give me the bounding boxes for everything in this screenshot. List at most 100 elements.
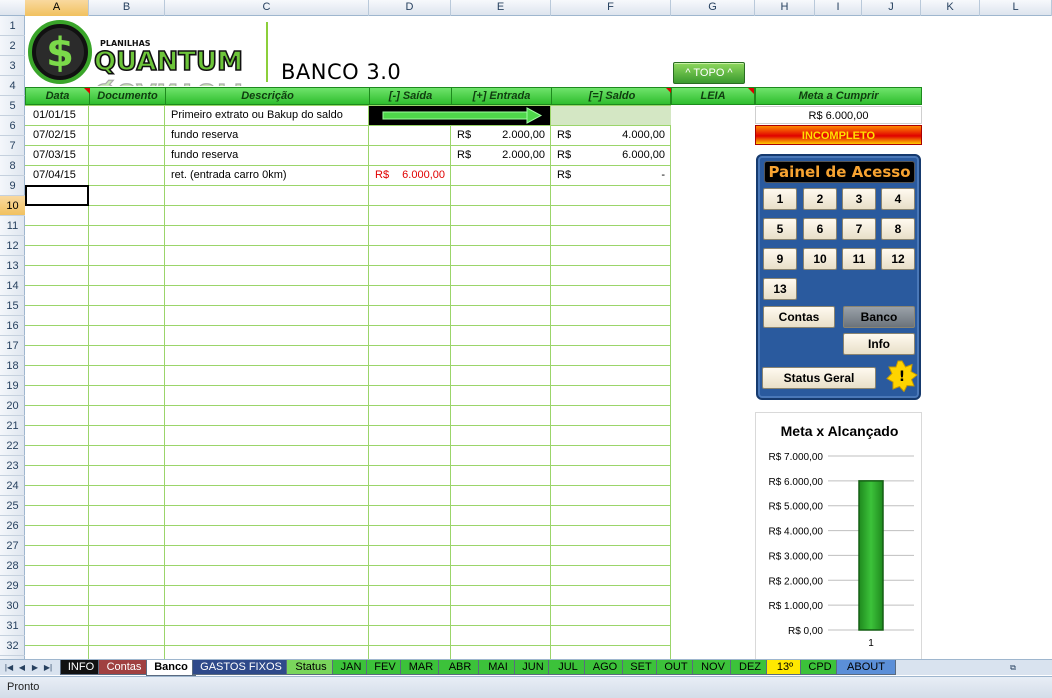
cell-saida[interactable] — [390, 125, 445, 145]
sheet-tab-13º[interactable]: 13º — [766, 660, 804, 675]
column-header-k[interactable]: K — [921, 0, 980, 16]
status-geral-button[interactable]: Status Geral — [762, 367, 876, 389]
month-button-7[interactable]: 7 — [842, 218, 876, 240]
row-header-13[interactable]: 13 — [0, 256, 25, 276]
month-button-9[interactable]: 9 — [763, 248, 797, 270]
row-header-30[interactable]: 30 — [0, 596, 25, 616]
cell-saida[interactable] — [390, 145, 445, 165]
leia-header[interactable]: LEIA — [671, 87, 755, 105]
row-header-31[interactable]: 31 — [0, 616, 25, 636]
cell-descricao[interactable]: fundo reserva — [171, 125, 367, 145]
month-button-4[interactable]: 4 — [881, 188, 915, 210]
cell-saldo[interactable]: 6.000,00 — [570, 145, 665, 165]
month-button-2[interactable]: 2 — [803, 188, 837, 210]
sheet-tab-mar[interactable]: MAR — [400, 660, 442, 675]
meta-chart[interactable]: Meta x Alcançado R$ 7.000,00 R$ 6.000,00 R… — [755, 412, 922, 660]
row-header-25[interactable]: 25 — [0, 496, 25, 516]
sheet-tab-fev[interactable]: FEV — [366, 660, 404, 675]
row-header-7[interactable]: 7 — [0, 136, 25, 156]
column-header-l[interactable]: L — [980, 0, 1052, 16]
sheet-tab-cpd[interactable]: CPD — [800, 660, 840, 675]
column-header-i[interactable]: I — [815, 0, 862, 16]
sheet-tab-info[interactable]: INFO — [60, 660, 102, 675]
first-sheet-icon[interactable]: |◀ — [3, 661, 15, 675]
row-header-32[interactable]: 32 — [0, 636, 25, 656]
cell-entrada[interactable]: 2.000,00 — [470, 145, 545, 165]
cell-saldo[interactable]: 4.000,00 — [570, 125, 665, 145]
row-header-4[interactable]: 4 — [0, 76, 25, 96]
row-header-9[interactable]: 9 — [0, 176, 25, 196]
sheet-tab-jan[interactable]: JAN — [332, 660, 370, 675]
column-header-f[interactable]: F — [551, 0, 671, 16]
cell-data[interactable]: 07/04/15 — [33, 165, 89, 185]
sheet-tab-set[interactable]: SET — [622, 660, 660, 675]
row-header-11[interactable]: 11 — [0, 216, 25, 236]
sheet-tab-jun[interactable]: JUN — [514, 660, 552, 675]
row-header-24[interactable]: 24 — [0, 476, 25, 496]
row-header-15[interactable]: 15 — [0, 296, 25, 316]
month-button-13[interactable]: 13 — [763, 278, 797, 300]
row-header-29[interactable]: 29 — [0, 576, 25, 596]
chart-bar[interactable] — [858, 480, 884, 631]
cell-descricao[interactable]: fundo reserva — [171, 145, 367, 165]
column-header-d[interactable]: D — [369, 0, 451, 16]
month-button-1[interactable]: 1 — [763, 188, 797, 210]
row-header-18[interactable]: 18 — [0, 356, 25, 376]
month-button-8[interactable]: 8 — [881, 218, 915, 240]
column-header-e[interactable]: E — [451, 0, 551, 16]
cell-entrada[interactable] — [470, 165, 545, 185]
cell-descricao[interactable]: ret. (entrada carro 0km) — [171, 165, 367, 185]
row-header-6[interactable]: 6 — [0, 116, 25, 136]
row-header-5[interactable]: 5 — [0, 96, 25, 116]
sheet-tab-status[interactable]: Status — [286, 660, 336, 675]
row-header-27[interactable]: 27 — [0, 536, 25, 556]
topo-button[interactable]: ^ TOPO ^ — [673, 62, 745, 84]
month-button-6[interactable]: 6 — [803, 218, 837, 240]
sheet-tab-jul[interactable]: JUL — [548, 660, 588, 675]
info-button[interactable]: Info — [843, 333, 915, 355]
row-header-3[interactable]: 3 — [0, 56, 25, 76]
sheet-tab-abr[interactable]: ABR — [438, 660, 482, 675]
cell-data[interactable]: 07/02/15 — [33, 125, 89, 145]
column-header-b[interactable]: B — [89, 0, 165, 16]
cell-saldo[interactable]: - — [570, 165, 665, 185]
row-header-16[interactable]: 16 — [0, 316, 25, 336]
row-header-8[interactable]: 8 — [0, 156, 25, 176]
banco-button[interactable]: Banco — [843, 306, 915, 328]
new-sheet-icon[interactable]: ⧉ — [1005, 661, 1021, 675]
sheet-tab-contas[interactable]: Contas — [98, 660, 150, 675]
month-button-10[interactable]: 10 — [803, 248, 837, 270]
sheet-tab-nov[interactable]: NOV — [692, 660, 734, 675]
cell-data[interactable]: 01/01/15 — [33, 105, 89, 125]
row-header-2[interactable]: 2 — [0, 36, 25, 56]
sheet-tab-ago[interactable]: AGO — [584, 660, 626, 675]
row-header-17[interactable]: 17 — [0, 336, 25, 356]
row-header-21[interactable]: 21 — [0, 416, 25, 436]
row-header-20[interactable]: 20 — [0, 396, 25, 416]
row-header-12[interactable]: 12 — [0, 236, 25, 256]
column-header-a[interactable]: A — [25, 0, 89, 16]
cell-descricao[interactable]: Primeiro extrato ou Bakup do saldo — [171, 105, 367, 125]
row-header-14[interactable]: 14 — [0, 276, 25, 296]
sheet-tab-mai[interactable]: MAI — [478, 660, 518, 675]
month-button-3[interactable]: 3 — [842, 188, 876, 210]
cell-saida[interactable]: 6.000,00 — [390, 165, 445, 185]
sheet-tab-banco[interactable]: Banco — [146, 660, 196, 676]
month-button-12[interactable]: 12 — [881, 248, 915, 270]
sheet-tab-dez[interactable]: DEZ — [730, 660, 770, 675]
sheet-tab-gastos-fixos[interactable]: GASTOS FIXOS — [192, 660, 290, 675]
row-header-1[interactable]: 1 — [0, 16, 25, 36]
contas-button[interactable]: Contas — [763, 306, 835, 328]
row-header-19[interactable]: 19 — [0, 376, 25, 396]
last-sheet-icon[interactable]: ▶| — [42, 661, 54, 675]
cell-data[interactable]: 07/03/15 — [33, 145, 89, 165]
row-header-23[interactable]: 23 — [0, 456, 25, 476]
column-header-j[interactable]: J — [862, 0, 921, 16]
column-header-h[interactable]: H — [755, 0, 815, 16]
active-cell[interactable] — [25, 185, 89, 206]
row-header-10[interactable]: 10 — [0, 196, 25, 216]
next-sheet-icon[interactable]: ▶ — [29, 661, 41, 675]
month-button-11[interactable]: 11 — [842, 248, 876, 270]
alert-star-icon[interactable]: ! — [886, 360, 918, 392]
cell-entrada[interactable]: 2.000,00 — [470, 125, 545, 145]
